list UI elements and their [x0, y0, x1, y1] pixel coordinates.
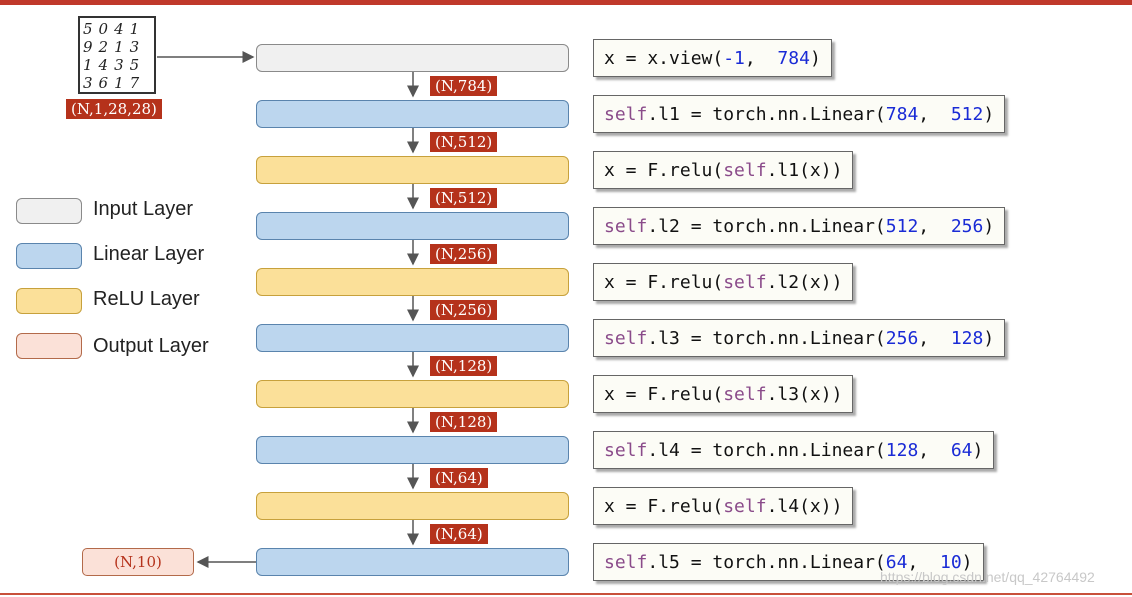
- code-line: self.l4 = torch.nn.Linear(128, 64): [593, 431, 995, 469]
- code-token: .l3 = torch.nn.Linear(: [647, 328, 886, 349]
- code-token: x = F.relu(: [604, 496, 724, 517]
- code-token: ,: [918, 440, 951, 461]
- legend-swatch-linear: [16, 243, 82, 269]
- tensor-shape-label: (N,256): [430, 300, 498, 320]
- legend-swatch-output: [16, 333, 82, 359]
- linear-layer-l1-box: [256, 100, 569, 128]
- code-token: 512: [950, 104, 984, 125]
- code-token: 784: [777, 48, 810, 69]
- code-token: self: [604, 440, 648, 461]
- linear-layer-l2-box: [256, 212, 569, 240]
- code-token: x = F.relu(: [604, 384, 724, 405]
- code-token: .l2(x)): [766, 272, 843, 293]
- linear-layer-l4-box: [256, 436, 569, 464]
- code-line: x = F.relu(self.l3(x)): [593, 375, 854, 413]
- code-token: .l5 = torch.nn.Linear(: [647, 552, 886, 573]
- tensor-shape-label: (N,784): [430, 76, 498, 96]
- legend-label-linear: Linear Layer: [93, 243, 205, 265]
- code-token: .l3(x)): [766, 384, 843, 405]
- relu-layer-3-box: [256, 380, 569, 408]
- code-line: self.l2 = torch.nn.Linear(512, 256): [593, 207, 1006, 245]
- code-token: 128: [885, 440, 919, 461]
- input-layer-box: [256, 44, 569, 72]
- relu-layer-4-box: [256, 492, 569, 520]
- code-token: 256: [885, 328, 919, 349]
- code-token: .l1 = torch.nn.Linear(: [647, 104, 886, 125]
- legend-label-output: Output Layer: [93, 335, 209, 357]
- code-token: self: [723, 384, 767, 405]
- code-line: x = F.relu(self.l4(x)): [593, 487, 854, 525]
- code-token: 512: [885, 216, 919, 237]
- code-token: ): [809, 48, 821, 69]
- tensor-shape-label: (N,256): [430, 244, 498, 264]
- code-token: 256: [950, 216, 984, 237]
- code-token: self: [604, 328, 648, 349]
- tensor-shape-label: (N,512): [430, 132, 498, 152]
- tensor-shape-label: (N,64): [430, 468, 488, 488]
- code-token: .l2 = torch.nn.Linear(: [647, 216, 886, 237]
- legend-swatch-relu: [16, 288, 82, 314]
- relu-layer-2-box: [256, 268, 569, 296]
- code-line: x = F.relu(self.l2(x)): [593, 263, 854, 301]
- code-token: ,: [918, 328, 951, 349]
- code-token: .l1(x)): [766, 160, 843, 181]
- code-token: 784: [885, 104, 919, 125]
- code-line: x = F.relu(self.l1(x)): [593, 151, 854, 189]
- code-token: ): [983, 104, 995, 125]
- tensor-shape-label: (N,128): [430, 356, 498, 376]
- code-token: 128: [950, 328, 984, 349]
- code-token: ,: [744, 48, 778, 69]
- linear-layer-l3-box: [256, 324, 569, 352]
- code-token: ,: [918, 104, 951, 125]
- code-token: self: [723, 496, 767, 517]
- code-token: x = x.view(: [604, 48, 724, 69]
- legend-label-relu: ReLU Layer: [93, 288, 200, 310]
- code-token: ): [972, 440, 984, 461]
- tensor-shape-label: (N,64): [430, 524, 488, 544]
- code-token: self: [723, 160, 767, 181]
- bottom-rule: [0, 593, 1132, 595]
- code-token: ,: [918, 216, 951, 237]
- code-line: self.l3 = torch.nn.Linear(256, 128): [593, 319, 1006, 357]
- code-token: -1: [723, 48, 745, 69]
- code-token: self: [604, 104, 648, 125]
- code-line: x = x.view(-1, 784): [593, 39, 832, 77]
- code-token: 64: [950, 440, 973, 461]
- code-token: self: [723, 272, 767, 293]
- code-token: self: [604, 552, 648, 573]
- code-token: x = F.relu(: [604, 272, 724, 293]
- relu-layer-1-box: [256, 156, 569, 184]
- code-token: x = F.relu(: [604, 160, 724, 181]
- tensor-shape-label: (N,512): [430, 188, 498, 208]
- code-token: .l4 = torch.nn.Linear(: [647, 440, 886, 461]
- legend-swatch-input: [16, 198, 82, 224]
- legend-label-input: Input Layer: [93, 198, 194, 220]
- code-token: ): [983, 328, 995, 349]
- output-shape-box: (N,10): [82, 548, 194, 576]
- code-line: self.l1 = torch.nn.Linear(784, 512): [593, 95, 1006, 133]
- code-token: ): [983, 216, 995, 237]
- code-token: .l4(x)): [766, 496, 843, 517]
- linear-layer-l5-box: [256, 548, 569, 576]
- code-token: self: [604, 216, 648, 237]
- watermark-text: https://blog.csdn.net/qq_42764492: [880, 569, 1095, 585]
- tensor-shape-label: (N,128): [430, 412, 498, 432]
